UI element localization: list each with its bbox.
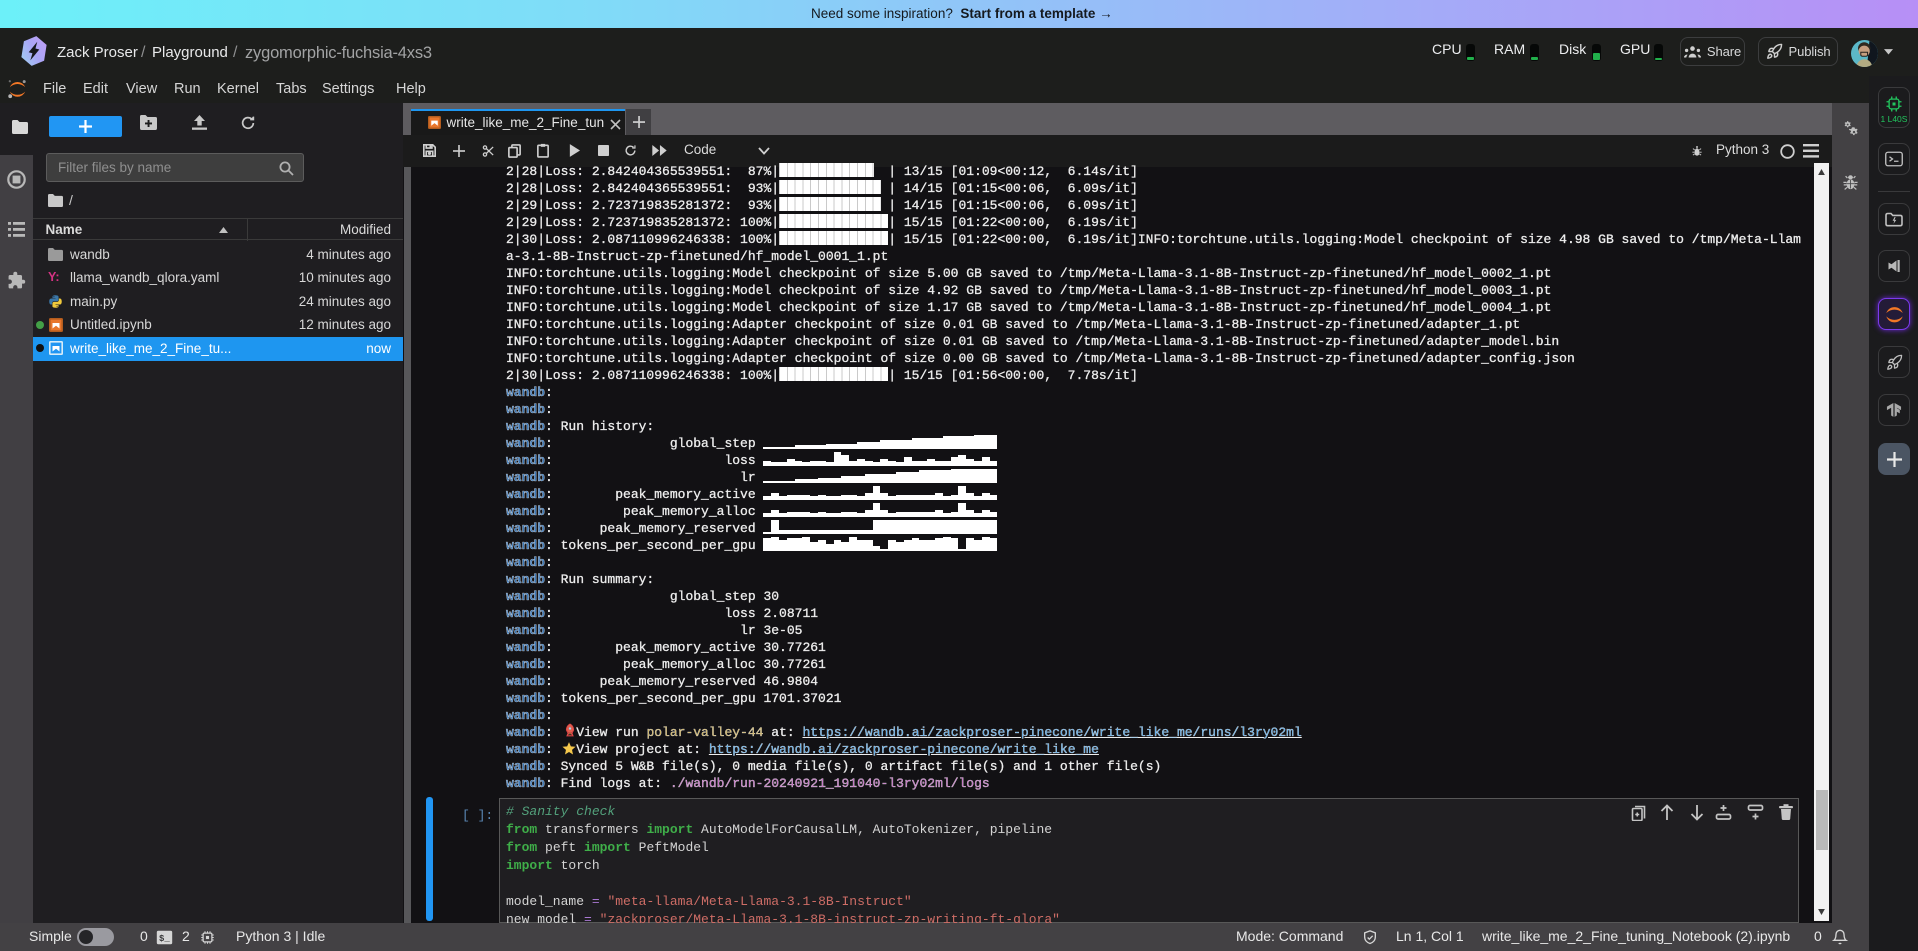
svg-text:$_: $_ <box>159 934 170 944</box>
